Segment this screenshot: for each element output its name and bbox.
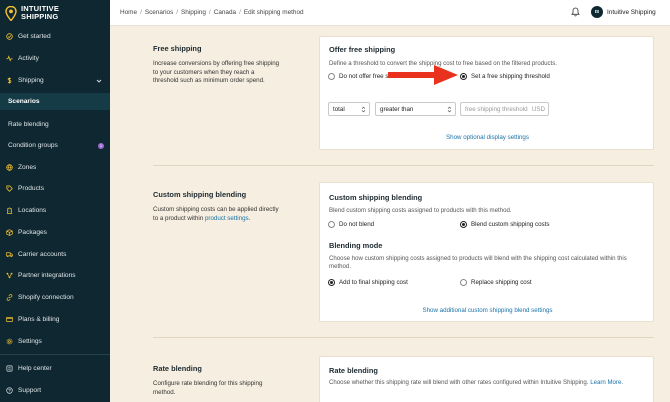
truck-icon [6, 251, 13, 258]
avatar[interactable]: IS [591, 6, 603, 18]
free-shipping-heading: Free shipping [153, 44, 202, 53]
sidebar-item-shipping[interactable]: Shipping [0, 72, 110, 89]
sidebar-item-partner-integrations[interactable]: Partner integrations [0, 267, 110, 284]
sidebar-item-products[interactable]: Products [0, 180, 110, 197]
globe-icon [6, 164, 13, 171]
radio-do-not-blend[interactable]: Do not blend [328, 221, 374, 228]
chevron-down-icon [96, 79, 102, 83]
rate-blending-description: Configure rate blending for this shippin… [153, 380, 263, 396]
sidebar-item-carrier-accounts[interactable]: Carrier accounts [0, 246, 110, 263]
section-divider [153, 337, 654, 338]
check-circle-icon [6, 33, 13, 40]
dollar-icon [6, 77, 13, 84]
sidebar-item-settings[interactable]: Settings [0, 333, 110, 350]
sidebar-item-condition-groups[interactable]: Condition groups 1 [0, 137, 110, 154]
tag-icon [6, 185, 13, 192]
bell-icon[interactable] [571, 7, 580, 17]
free-shipping-card-title: Offer free shipping [329, 45, 396, 54]
sidebar-item-scenarios[interactable]: Scenarios [0, 93, 110, 110]
brand-name: INTUITIVE SHIPPING [21, 4, 60, 21]
link-icon [6, 294, 13, 301]
show-blend-settings-link[interactable]: Show additional custom shipping blend se… [320, 307, 655, 314]
radio-add-to-final-cost[interactable]: Add to final shipping cost [328, 279, 408, 286]
breadcrumb-shipping[interactable]: Shipping [181, 9, 206, 16]
free-shipping-description: Increase conversions by offering free sh… [153, 60, 280, 85]
free-shipping-card-text: Define a threshold to convert the shippi… [329, 60, 557, 67]
location-pin-icon [5, 5, 17, 21]
sidebar-item-get-started[interactable]: Get started [0, 28, 110, 45]
red-arrow-annotation [388, 65, 458, 85]
user-name[interactable]: Intuitive Shipping [607, 9, 656, 16]
condition-groups-badge: 1 [98, 142, 104, 149]
top-bar: Home / Scenarios / Shipping / Canada / E… [110, 0, 670, 26]
gear-icon [6, 338, 13, 345]
sidebar-item-packages[interactable]: Packages [0, 224, 110, 241]
brand-logo[interactable]: INTUITIVE SHIPPING [0, 0, 110, 26]
breadcrumb-canada[interactable]: Canada [214, 9, 236, 16]
building-icon [6, 207, 13, 214]
sidebar-item-activity[interactable]: Activity [0, 50, 110, 67]
blending-mode-title: Blending mode [329, 241, 383, 250]
sidebar-item-plans-billing[interactable]: Plans & billing [0, 311, 110, 328]
radio-no-free-shipping[interactable]: Do not offer free s [328, 73, 388, 80]
currency-unit: USD [531, 105, 545, 113]
sidebar-item-locations[interactable]: Locations [0, 202, 110, 219]
rate-blending-card-title: Rate blending [329, 366, 378, 375]
custom-blending-card: Custom shipping blending Blend custom sh… [319, 182, 654, 322]
product-settings-link[interactable]: product settings [205, 215, 249, 222]
custom-blending-description: Custom shipping costs can be applied dir… [153, 206, 279, 222]
radio-blend-custom-costs[interactable]: Blend custom shipping costs [460, 221, 549, 228]
sidebar-item-zones[interactable]: Zones [0, 159, 110, 176]
show-display-settings-link[interactable]: Show optional display settings [320, 134, 655, 141]
sidebar: INTUITIVE SHIPPING Get started Activity … [0, 0, 110, 402]
custom-blending-card-title: Custom shipping blending [329, 193, 423, 202]
question-icon [6, 387, 13, 394]
nodes-icon [6, 272, 13, 279]
rate-blending-card-text: Choose whether this shipping rate will b… [329, 379, 624, 386]
card-icon [6, 316, 13, 323]
sidebar-item-rate-blending[interactable]: Rate blending [0, 116, 110, 133]
rate-blending-heading: Rate blending [153, 364, 202, 373]
sidebar-divider [0, 354, 110, 355]
radio-free-shipping-threshold[interactable]: Set a free shipping threshold [460, 73, 550, 80]
rate-blending-card: Rate blending Choose whether this shippi… [319, 356, 654, 402]
breadcrumb-scenarios[interactable]: Scenarios [145, 9, 173, 16]
pulse-icon [6, 55, 13, 62]
custom-blending-card-text: Blend custom shipping costs assigned to … [329, 207, 512, 214]
learn-more-link[interactable]: Learn More. [590, 379, 623, 386]
free-shipping-card: Offer free shipping Define a threshold t… [319, 36, 654, 150]
threshold-type-select[interactable]: total [328, 102, 370, 116]
blending-mode-text: Choose how custom shipping costs assigne… [329, 255, 627, 271]
breadcrumb-current: Edit shipping method [243, 9, 304, 16]
breadcrumb-home[interactable]: Home [120, 9, 137, 16]
custom-blending-heading: Custom shipping blending [153, 190, 247, 199]
section-divider [153, 165, 654, 166]
select-caret-icon [447, 106, 452, 113]
radio-replace-cost[interactable]: Replace shipping cost [460, 279, 532, 286]
select-caret-icon [361, 106, 366, 113]
sidebar-item-help-center[interactable]: Help center [0, 360, 110, 377]
sidebar-item-shopify-connection[interactable]: Shopify connection [0, 289, 110, 306]
breadcrumb: Home / Scenarios / Shipping / Canada / E… [120, 9, 304, 16]
sidebar-item-support[interactable]: Support [0, 382, 110, 399]
threshold-amount-input[interactable]: free shipping threshold USD [460, 102, 549, 116]
threshold-operator-select[interactable]: greater than [375, 102, 456, 116]
help-icon [6, 365, 13, 372]
box-icon [6, 229, 13, 236]
